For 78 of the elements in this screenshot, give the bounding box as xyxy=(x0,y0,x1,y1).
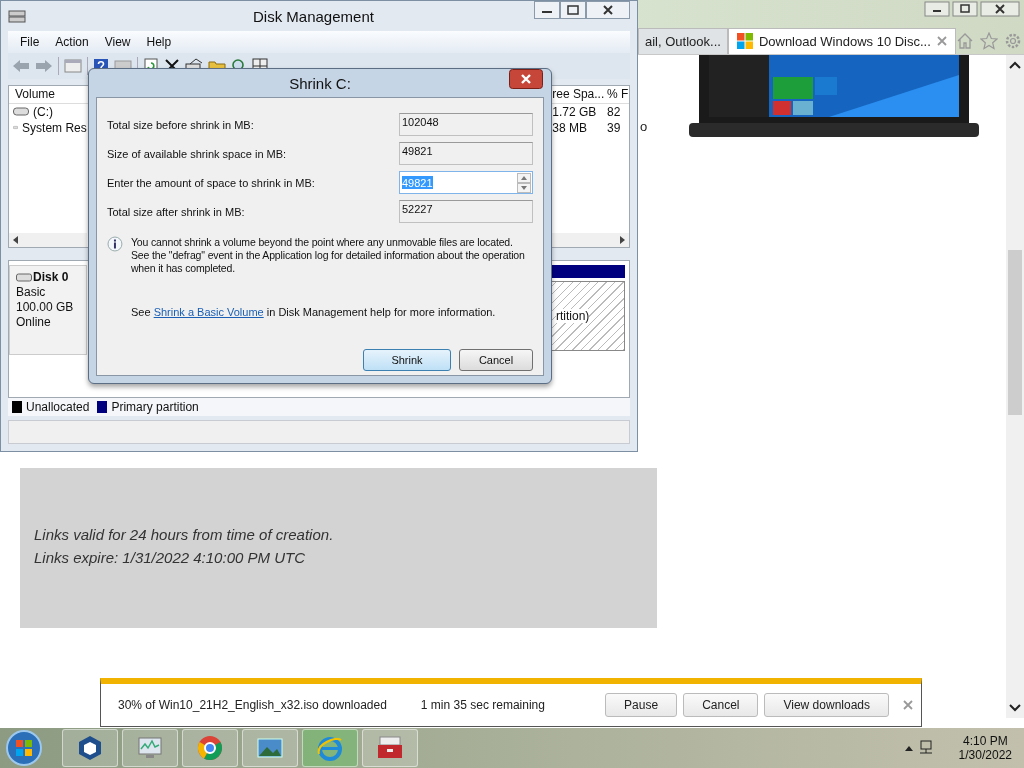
close-icon[interactable] xyxy=(509,69,543,89)
window-title: Disk Management xyxy=(253,8,374,25)
value-field: 52227 xyxy=(399,200,533,223)
value-field: 102048 xyxy=(399,113,533,136)
volume-name: System Res xyxy=(22,120,87,135)
minimize-icon[interactable] xyxy=(924,1,950,17)
field-label: Total size after shrink in MB: xyxy=(107,205,246,218)
table-cell-text: 39 xyxy=(606,120,622,135)
browser-e-icon xyxy=(316,734,344,762)
info-text: You cannot shrink a volume beyond the point where any unmovable files are located. See the "defrag" event in the Application log for detailed information about the operation when it has completed. xyxy=(130,236,526,275)
notice-text: Links valid for 24 hours from time of creation. xyxy=(34,526,335,543)
disk-icon xyxy=(8,7,26,24)
scrollbar[interactable] xyxy=(1006,55,1024,718)
partition-label: rtition) xyxy=(556,309,590,324)
taskbar-button[interactable] xyxy=(62,729,118,767)
help-link[interactable]: Shrink a Basic Volume xyxy=(153,306,264,318)
scrollbar-track[interactable] xyxy=(551,233,629,248)
clock[interactable]: 4:10 PM 1/30/2022 xyxy=(952,734,1018,762)
volume-name: (C:) xyxy=(33,104,53,119)
dialog-title: Shrink C: xyxy=(289,74,351,92)
menu-item[interactable]: View xyxy=(96,34,139,49)
table-cell-text: 38 MB xyxy=(551,120,588,135)
legend-label: Unallocated xyxy=(26,400,90,415)
partial-text: o xyxy=(640,119,648,134)
field-label: Enter the amount of space to shrink in MB: xyxy=(107,176,316,189)
table-cell-text: 82 xyxy=(606,104,622,119)
disk-name: Disk 0 xyxy=(33,270,69,285)
column-header[interactable]: ree Spa... xyxy=(549,87,606,102)
table-cell-text: 1.72 GB xyxy=(551,104,598,119)
start-button[interactable] xyxy=(4,728,44,768)
scroll-thumb[interactable] xyxy=(1008,250,1022,415)
menu-item[interactable]: Action xyxy=(47,34,97,49)
field-label: Total size before shrink in MB: xyxy=(107,118,255,131)
column-header[interactable]: Volume xyxy=(9,87,87,102)
taskbar-button[interactable] xyxy=(362,729,418,767)
maximize-icon[interactable] xyxy=(952,1,978,17)
drive-icon xyxy=(13,107,29,117)
notice-text: Links expire: 1/31/2022 4:10:00 PM UTC xyxy=(34,549,306,566)
browser-icon xyxy=(196,734,224,762)
star-icon[interactable] xyxy=(979,31,998,50)
menu-item[interactable]: Help xyxy=(138,34,180,49)
dialog-button[interactable]: Shrink xyxy=(363,349,451,371)
clock-date: 1/30/2022 xyxy=(958,748,1012,762)
browser-tab[interactable]: ail, Outlook... xyxy=(638,27,728,54)
download-status: 30% of Win10_21H2_English_x32.iso downloaded xyxy=(118,698,387,712)
drive-icon xyxy=(16,272,32,282)
download-button[interactable]: Pause xyxy=(605,693,678,717)
maximize-icon[interactable] xyxy=(560,1,586,19)
close-icon[interactable] xyxy=(980,1,1020,17)
scroll-right-icon[interactable] xyxy=(619,236,625,245)
scroll-up-icon[interactable] xyxy=(1009,61,1021,69)
column-header[interactable]: % F xyxy=(605,87,629,102)
taskbar-button[interactable] xyxy=(242,729,298,767)
scrollbar-track[interactable] xyxy=(9,233,87,248)
tray-arrow-icon[interactable] xyxy=(904,745,913,751)
close-icon[interactable] xyxy=(586,1,630,19)
disk-info: Basic xyxy=(16,285,47,300)
download-button[interactable]: Cancel xyxy=(683,693,759,717)
disk-info: 100.00 GB xyxy=(16,300,75,315)
download-button[interactable]: View downloads xyxy=(764,693,889,717)
cube-icon xyxy=(76,734,104,762)
windows-logo-icon xyxy=(736,33,753,50)
dialog-button[interactable]: Cancel xyxy=(459,349,533,371)
clock-time: 4:10 PM xyxy=(962,734,1008,748)
spin-arrows-icon[interactable] xyxy=(517,172,531,193)
disk-info: Online xyxy=(16,315,52,330)
scroll-left-icon[interactable] xyxy=(13,236,19,245)
time-remaining: 1 min 35 sec remaining xyxy=(420,698,545,712)
menu-item[interactable]: File xyxy=(12,34,48,49)
legend-label: Primary partition xyxy=(111,400,199,415)
close-tab-icon[interactable] xyxy=(936,36,947,47)
value-field: 49821 xyxy=(399,142,533,165)
scroll-down-icon[interactable] xyxy=(1009,704,1021,712)
field-label: Size of available shrink space in MB: xyxy=(107,147,288,160)
help-text: See Shrink a Basic Volume in Disk Management help for more information. xyxy=(131,306,497,318)
browser-tab[interactable]: Download Windows 10 Disc... xyxy=(727,27,956,54)
minimize-icon[interactable] xyxy=(534,1,560,19)
info-icon xyxy=(107,236,123,252)
